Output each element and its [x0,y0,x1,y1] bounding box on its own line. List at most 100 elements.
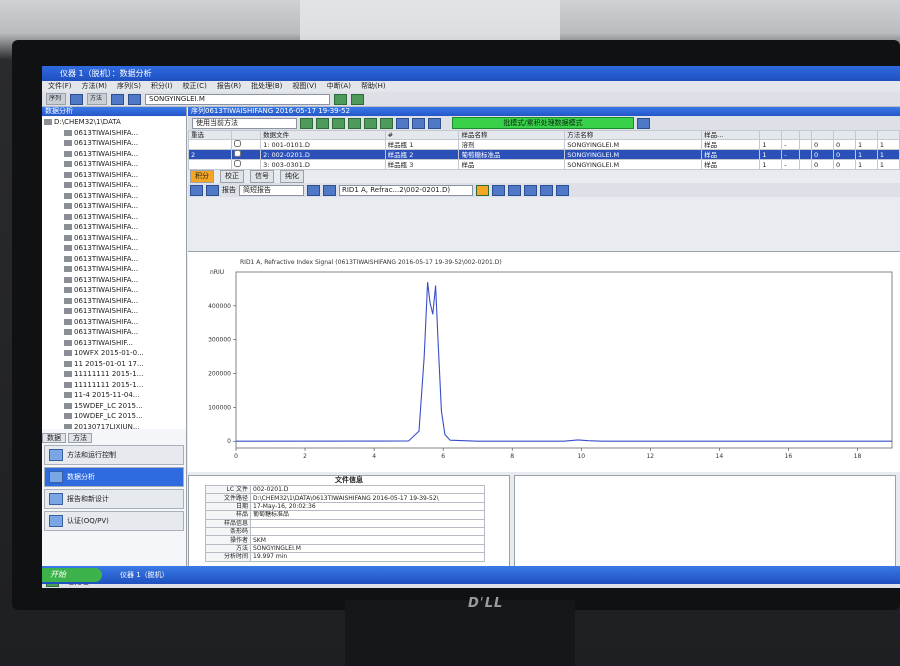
last-icon[interactable] [380,117,393,129]
method-button[interactable]: 方法 [87,93,107,105]
row-checkbox[interactable] [234,150,242,157]
overlay-icon[interactable] [476,184,489,196]
tree-item[interactable]: 0613TIWAISHIFA... [42,222,186,233]
back-icon[interactable] [332,117,345,129]
menu-help[interactable]: 帮助(H) [361,81,386,92]
nav-report-design[interactable]: 报告和新设计 [44,489,184,509]
tree-item[interactable]: 0613TIWAISHIFA... [42,285,186,296]
print-icon[interactable] [412,117,425,129]
tree-item-label: 0613TIWAISHIFA... [74,139,139,147]
nav-verification[interactable]: 认证(OQ/PV) [44,511,184,531]
nav-method-run-control[interactable]: 方法和运行控制 [44,445,184,465]
tree-item[interactable]: 0613TIWAISHIFA... [42,138,186,149]
tree-item[interactable]: 0613TIWAISHIFA... [42,212,186,223]
delete-peak-icon[interactable] [556,184,569,196]
folder-icon [64,234,72,241]
start-button[interactable]: 开始 [42,568,102,582]
menu-calibration[interactable]: 校正(C) [182,81,206,92]
layout-icon[interactable] [334,93,347,105]
menu-view[interactable]: 视图(V) [292,81,316,92]
tree-item[interactable]: 11 2015-01-01 17... [42,359,186,370]
signal-select[interactable]: RID1 A, Refrac...2\002-0201.D) [339,184,473,196]
tree-item[interactable]: 0613TIWAISHIFA... [42,317,186,328]
status-icon[interactable] [351,93,364,105]
tab-calibration[interactable]: 校正 [220,170,244,183]
tree-item[interactable]: 10WFX 2015-01-0... [42,348,186,359]
tree-item[interactable]: 0613TIWAISHIFA... [42,243,186,254]
tab-integration[interactable]: 积分 [190,170,214,183]
peak-icon[interactable] [524,184,537,196]
tree-item[interactable]: 0613TIWAISHIFA... [42,327,186,338]
tree-item[interactable]: 10WDEF_LC 2015... [42,411,186,422]
menu-abort[interactable]: 中断(A) [327,81,351,92]
tree-item[interactable]: 11111111 2015-1... [42,369,186,380]
print-report-icon[interactable] [323,184,336,196]
tab-method[interactable]: 方法 [68,433,92,443]
menu-integration[interactable]: 积分(I) [151,81,173,92]
baseline-icon[interactable] [508,184,521,196]
tree-item[interactable]: 0613TIWAISHIFA... [42,254,186,265]
tree-item[interactable]: 0613TIWAISHIFA... [42,170,186,181]
tree-item[interactable]: 0613TIWAISHIFA... [42,149,186,160]
menu-sequence[interactable]: 序列(S) [117,81,141,92]
table-icon[interactable] [396,117,409,129]
zoom-icon[interactable] [492,184,505,196]
tree-item[interactable]: 11111111 2015-1... [42,380,186,391]
x-tick-label: 16 [785,453,793,460]
tree-item[interactable]: 15WDEF_LC 2015... [42,401,186,412]
tab-data[interactable]: 数据 [42,433,66,443]
report-select[interactable]: 简短报告 [239,184,304,196]
save-as-icon[interactable] [128,93,141,105]
help-icon[interactable] [637,117,650,129]
open-icon[interactable] [70,93,83,105]
tree-item[interactable]: 0613TIWAISHIFA... [42,180,186,191]
sequence-row-selected[interactable]: 2 2: 002-0201.D 样品瓶 2 葡萄糖标准品 SONGYINGLEI… [187,149,900,160]
tree-item[interactable]: 0613TIWAISHIFA... [42,296,186,307]
tree-item[interactable]: 11-4 2015-11-04... [42,390,186,401]
menu-report[interactable]: 报告(R) [217,81,241,92]
first-icon[interactable] [300,117,313,129]
calibrate-icon[interactable] [206,184,219,196]
tree-item[interactable]: 0613TIWAISHIFA... [42,264,186,275]
method-mode-select[interactable]: 使用当前方法 [192,117,297,129]
sequence-row[interactable]: 1: 001-0101.D 样品瓶 1 溶剂 SONGYINGLEI.M 样品 … [187,139,900,150]
prev-icon[interactable] [316,117,329,129]
tab-signal[interactable]: 信号 [250,170,274,183]
row-checkbox[interactable] [234,160,242,167]
tree-item[interactable]: 0613TIWAISHIFA... [42,159,186,170]
tree-item[interactable]: 0613TIWAISHIFA... [42,233,186,244]
tree-item[interactable]: 20130717LIXIUN... [42,422,186,429]
save-icon[interactable] [111,93,124,105]
menu-batch[interactable]: 批处理(B) [251,81,282,92]
nav-data-analysis[interactable]: 数据分析 [44,467,184,487]
y-tick-label: 100000 [208,404,231,411]
export-icon[interactable] [428,117,441,129]
tree-item[interactable]: D:\CHEM32\1\DATA [42,117,186,128]
col-sample-type: 样品... [701,130,761,140]
split-icon[interactable] [540,184,553,196]
menu-method[interactable]: 方法(M) [82,81,108,92]
row-checkbox[interactable] [234,140,242,147]
tree-item[interactable]: 0613TIWAISHIFA... [42,128,186,139]
method-file-field[interactable]: SONGYINGLEI.M [145,93,330,105]
folder-icon [64,329,72,336]
tree-item[interactable]: 0613TIWAISHIFA... [42,275,186,286]
chromatogram[interactable]: RID1 A, Refractive Index Signal (0613TIW… [188,251,900,472]
integrate-icon[interactable] [190,184,203,196]
tab-purify[interactable]: 纯化 [280,170,304,183]
sequence-row[interactable]: 3: 003-0301.D 样品瓶 3 样品 SONGYINGLEI.M 样品 … [187,159,900,170]
next-icon[interactable] [364,117,377,129]
print-preview-icon[interactable] [307,184,320,196]
play-icon[interactable] [348,117,361,129]
tree-item[interactable]: 0613TIWAISHIFA... [42,306,186,317]
tree-item[interactable]: 0613TIWAISHIF... [42,338,186,349]
info-row: 文件路径 D:\CHEM32\1\DATA\0613TIWAISHIFANG 20… [205,493,485,503]
tree-item-label: 10WDEF_LC 2015... [74,412,143,420]
taskbar-item[interactable]: 仪器 1（脱机） [120,570,169,580]
tree-item[interactable]: 0613TIWAISHIFA... [42,191,186,202]
tree-item[interactable]: 0613TIWAISHIFA... [42,201,186,212]
menu-file[interactable]: 文件(F) [48,81,72,92]
tree-item-label: 0613TIWAISHIFA... [74,296,139,305]
sequence-button[interactable]: 序列 [46,93,66,105]
data-tree[interactable]: D:\CHEM32\1\DATA 0613TIWAISHIFA... 0613TIW… [42,117,186,429]
